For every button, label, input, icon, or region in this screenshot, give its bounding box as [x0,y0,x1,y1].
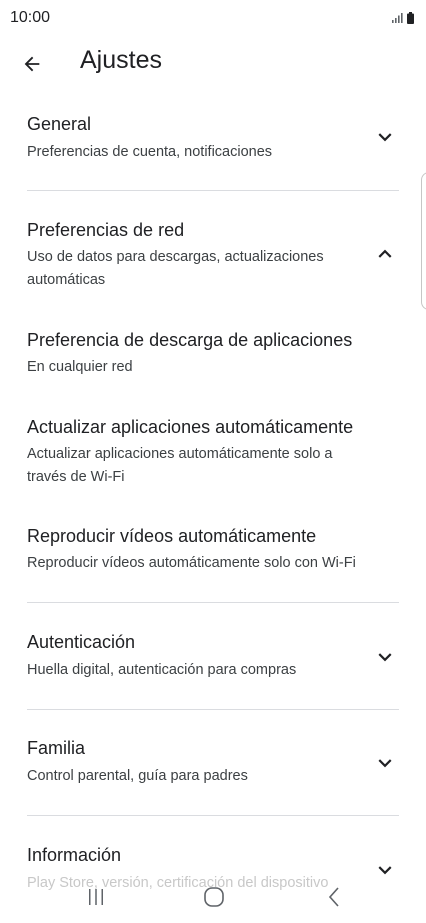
setting-subtitle: Actualizar aplicaciones automáticamente … [27,446,333,485]
divider [27,709,399,710]
settings-section-general[interactable]: General Preferencias de cuenta, notifica… [0,100,426,180]
status-icons [391,12,414,24]
settings-section-authentication[interactable]: Autenticación Huella digital, autenticac… [0,620,426,700]
section-subtitle: Huella digital, autenticación para compr… [27,662,297,678]
status-time: 10:00 [10,9,51,26]
page-title: Ajustes [80,46,162,74]
divider [27,815,399,816]
arrow-back-icon [24,56,40,72]
system-nav-bar [0,872,426,923]
section-title: Información [27,845,122,865]
settings-section-network[interactable]: Preferencias de red Uso de datos para de… [0,206,426,300]
divider [27,190,399,191]
settings-section-family[interactable]: Familia Control parental, guía para padr… [0,726,426,806]
section-subtitle: Control parental, guía para padres [27,768,248,784]
chevron-down-icon [378,133,392,142]
scrollbar[interactable] [421,172,426,310]
section-title: Familia [27,738,86,758]
nav-back-button[interactable] [314,882,354,912]
setting-title: Preferencia de descarga de aplicaciones [27,330,353,350]
home-button[interactable] [194,882,234,912]
back-button[interactable] [12,44,52,84]
section-subtitle: Preferencias de cuenta, notificaciones [27,144,273,160]
setting-download-preference[interactable]: Preferencia de descarga de aplicaciones … [0,318,426,388]
status-bar: 10:00 [0,0,426,40]
setting-auto-update-apps[interactable]: Actualizar aplicaciones automáticamente … [0,405,426,497]
home-icon [204,887,224,907]
chevron-down-icon [378,759,392,768]
section-title: Autenticación [27,632,136,652]
signal-icon [392,13,403,23]
section-subtitle: Uso de datos para descargas, actualizaci… [27,249,324,288]
divider [27,602,399,603]
app-bar: Ajustes [0,40,426,84]
chevron-down-icon [378,653,392,662]
recents-icon [89,889,103,905]
section-title: General [27,114,92,134]
chevron-up-icon [378,249,392,258]
recents-button[interactable] [76,882,116,912]
battery-icon [407,12,414,24]
setting-subtitle: Reproducir vídeos automáticamente solo c… [27,555,356,571]
setting-title: Reproducir vídeos automáticamente [27,526,317,546]
setting-subtitle: En cualquier red [27,359,133,375]
setting-title: Actualizar aplicaciones automáticamente [27,417,354,437]
back-icon [328,887,339,907]
section-title: Preferencias de red [27,220,185,240]
setting-auto-play-videos[interactable]: Reproducir vídeos automáticamente Reprod… [0,514,426,584]
